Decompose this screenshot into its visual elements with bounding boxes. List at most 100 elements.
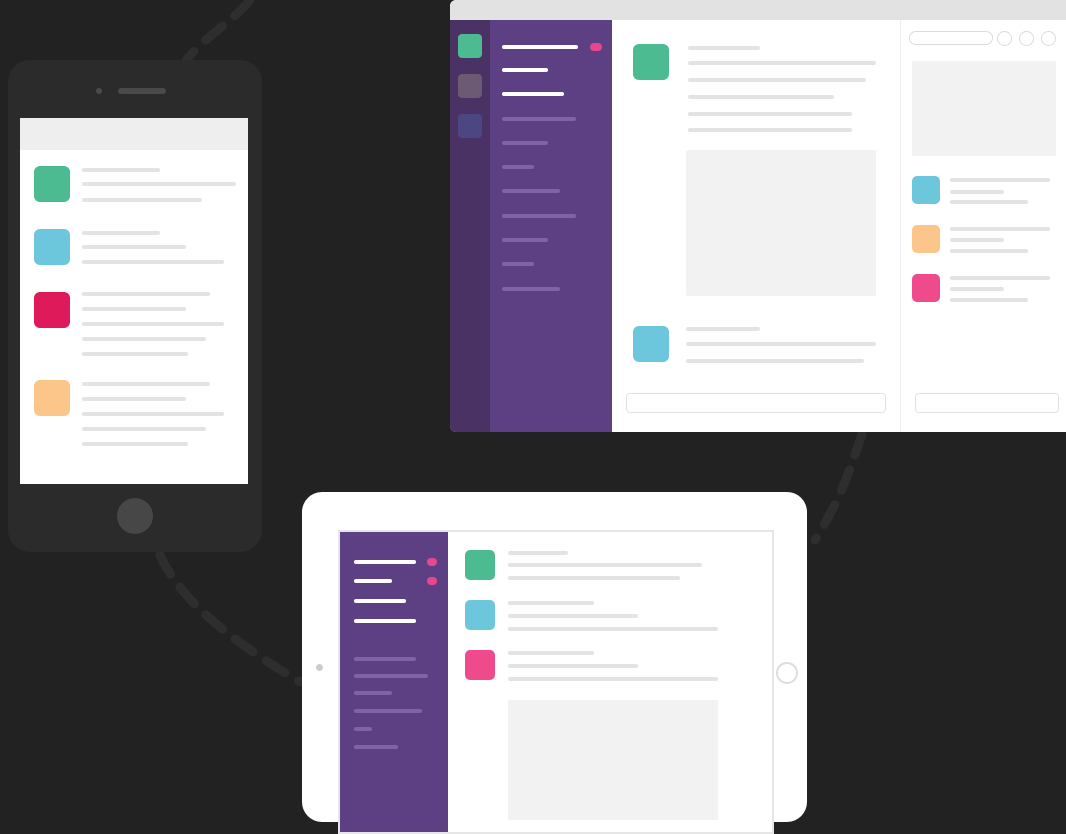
message-line (508, 601, 594, 605)
message-line (82, 397, 186, 401)
phone-top-bar (20, 118, 248, 150)
avatar (34, 292, 70, 328)
message-line (508, 614, 638, 618)
message-line (686, 359, 864, 363)
toolbar-circle-icon[interactable] (1041, 31, 1056, 46)
message-line (82, 168, 160, 172)
channel-item[interactable] (502, 68, 548, 72)
item-line (950, 276, 1050, 280)
item-line (950, 200, 1028, 204)
channel-item[interactable] (354, 691, 392, 695)
avatar (633, 44, 669, 80)
team-icon[interactable] (458, 114, 482, 138)
item-line (950, 227, 1050, 231)
message-line (688, 61, 876, 65)
avatar (912, 274, 940, 302)
avatar (34, 166, 70, 202)
channel-item[interactable] (354, 599, 406, 603)
message-line (508, 664, 638, 668)
message-line (82, 442, 188, 446)
notification-badge (427, 577, 437, 585)
toolbar-circle-icon[interactable] (997, 31, 1012, 46)
search-input[interactable] (909, 31, 993, 45)
message-line (82, 412, 224, 416)
channel-item[interactable] (354, 674, 428, 678)
message-line (688, 112, 852, 116)
channel-item[interactable] (502, 45, 578, 49)
team-icon[interactable] (458, 34, 482, 58)
channel-item[interactable] (354, 727, 372, 731)
channel-item[interactable] (502, 214, 576, 218)
message-line (686, 327, 760, 331)
message-line (688, 46, 760, 50)
tablet-home-button[interactable] (776, 662, 798, 684)
desktop-window (450, 0, 1066, 432)
channel-sidebar (490, 20, 612, 432)
phone-camera (96, 88, 102, 94)
message-line (508, 627, 718, 631)
tablet-camera (316, 664, 323, 671)
avatar (465, 600, 495, 630)
attachment-preview[interactable] (508, 700, 718, 820)
channel-item[interactable] (354, 579, 392, 583)
message-line (82, 231, 160, 235)
phone-screen (20, 118, 248, 484)
channel-item[interactable] (354, 745, 398, 749)
team-icon[interactable] (458, 74, 482, 98)
message-line (688, 128, 852, 132)
channel-item[interactable] (502, 92, 564, 96)
notification-badge (427, 558, 437, 566)
channel-item[interactable] (502, 287, 560, 291)
message-line (82, 322, 224, 326)
message-line (82, 245, 186, 249)
avatar (633, 326, 669, 362)
avatar (34, 229, 70, 265)
avatar (465, 550, 495, 580)
message-line (82, 292, 210, 296)
tablet-screen (338, 530, 774, 834)
channel-item[interactable] (502, 189, 560, 193)
message-line (508, 551, 568, 555)
team-switcher-rail (450, 20, 490, 432)
channel-item[interactable] (502, 262, 534, 266)
item-line (950, 238, 1004, 242)
avatar (34, 380, 70, 416)
avatar (465, 650, 495, 680)
message-line (82, 337, 206, 341)
item-line (950, 287, 1004, 291)
channel-item[interactable] (354, 657, 416, 661)
panel-input[interactable] (915, 393, 1059, 413)
message-line (82, 182, 236, 186)
channel-item[interactable] (354, 619, 416, 623)
channel-item[interactable] (502, 165, 534, 169)
message-line (82, 352, 188, 356)
channel-item[interactable] (354, 709, 422, 713)
item-line (950, 298, 1028, 302)
channel-sidebar (340, 532, 448, 832)
item-line (950, 249, 1028, 253)
tablet-device (302, 492, 807, 834)
message-line (688, 78, 866, 82)
notification-badge (590, 43, 602, 51)
channel-item[interactable] (502, 238, 548, 242)
message-line (688, 95, 834, 99)
channel-item[interactable] (502, 117, 576, 121)
message-input[interactable] (626, 393, 886, 413)
phone-home-button[interactable] (117, 498, 153, 534)
avatar (912, 176, 940, 204)
phone-speaker (118, 88, 166, 94)
message-line (82, 382, 210, 386)
message-line (82, 307, 186, 311)
message-line (82, 260, 224, 264)
channel-item[interactable] (354, 560, 416, 564)
panel-divider (900, 20, 901, 432)
message-line (508, 576, 680, 580)
toolbar-circle-icon[interactable] (1019, 31, 1034, 46)
message-line (508, 563, 702, 567)
channel-item[interactable] (502, 141, 548, 145)
message-line (508, 651, 594, 655)
attachment-preview[interactable] (686, 150, 876, 296)
message-line (686, 342, 876, 346)
message-line (82, 198, 202, 202)
panel-preview (912, 61, 1056, 156)
